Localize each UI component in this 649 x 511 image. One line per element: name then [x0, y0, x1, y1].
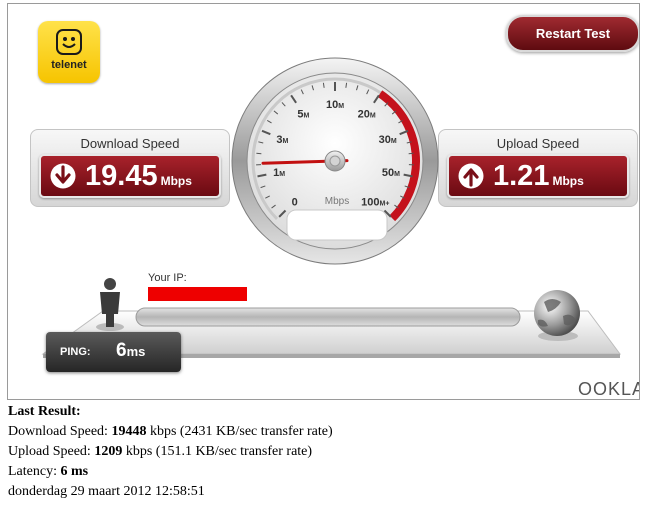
last-result-timestamp: donderdag 29 maart 2012 12:58:51: [8, 484, 205, 499]
upload-value-line: 1.21 Mbps: [493, 159, 584, 198]
network-platform: [41, 278, 621, 358]
smiley-icon: [56, 29, 82, 55]
download-readout: 19.45 Mbps: [39, 154, 221, 198]
ping-label: PING:: [60, 346, 91, 358]
last-result-download: Download Speed: 19448 kbps (2431 KB/sec …: [8, 424, 333, 439]
last-result-upload: Upload Speed: 1209 kbps (151.1 KB/sec tr…: [8, 444, 313, 459]
ip-redacted-bar: [148, 287, 247, 301]
gauge-readout-window: [286, 209, 388, 241]
restart-test-button[interactable]: Restart Test: [506, 15, 639, 52]
speedtest-frame: telenet Restart Test Download Speed 19.4…: [7, 3, 640, 400]
upload-arrow-icon: [458, 163, 484, 189]
gauge-unit-label: Mbps: [325, 196, 349, 207]
ping-unit: ms: [126, 344, 146, 359]
connection-tube: [135, 307, 521, 327]
upload-title: Upload Speed: [496, 136, 580, 151]
download-value-line: 19.45 Mbps: [85, 159, 192, 198]
ip-label: Your IP:: [148, 272, 187, 284]
last-result-section: Last Result: Download Speed: 19448 kbps …: [8, 402, 333, 502]
speed-gauge: 01M3M5M10M20M30M50M100M+ Mbps: [231, 57, 439, 265]
logo-text: telenet: [51, 59, 87, 71]
download-unit: Mbps: [160, 174, 192, 188]
download-title: Download Speed: [80, 136, 180, 151]
ping-box: PING: 6ms: [46, 332, 181, 372]
telenet-logo: telenet: [38, 21, 100, 83]
upload-panel: Upload Speed 1.21 Mbps: [438, 129, 638, 207]
upload-readout: 1.21 Mbps: [447, 154, 629, 198]
download-value: 19.45: [85, 160, 158, 192]
ping-value-line: 6ms: [116, 340, 145, 362]
ookla-logo: OOKLA: [578, 379, 640, 399]
upload-value: 1.21: [493, 160, 550, 192]
download-arrow-icon: [50, 163, 76, 189]
last-result-heading: Last Result:: [8, 404, 81, 419]
upload-unit: Mbps: [552, 174, 584, 188]
gauge-hub-center: [329, 155, 341, 167]
last-result-latency: Latency: 6 ms: [8, 464, 89, 479]
ping-value: 6: [116, 340, 127, 361]
download-panel: Download Speed 19.45 Mbps: [30, 129, 230, 207]
gauge-tick-label: 0: [292, 196, 298, 208]
